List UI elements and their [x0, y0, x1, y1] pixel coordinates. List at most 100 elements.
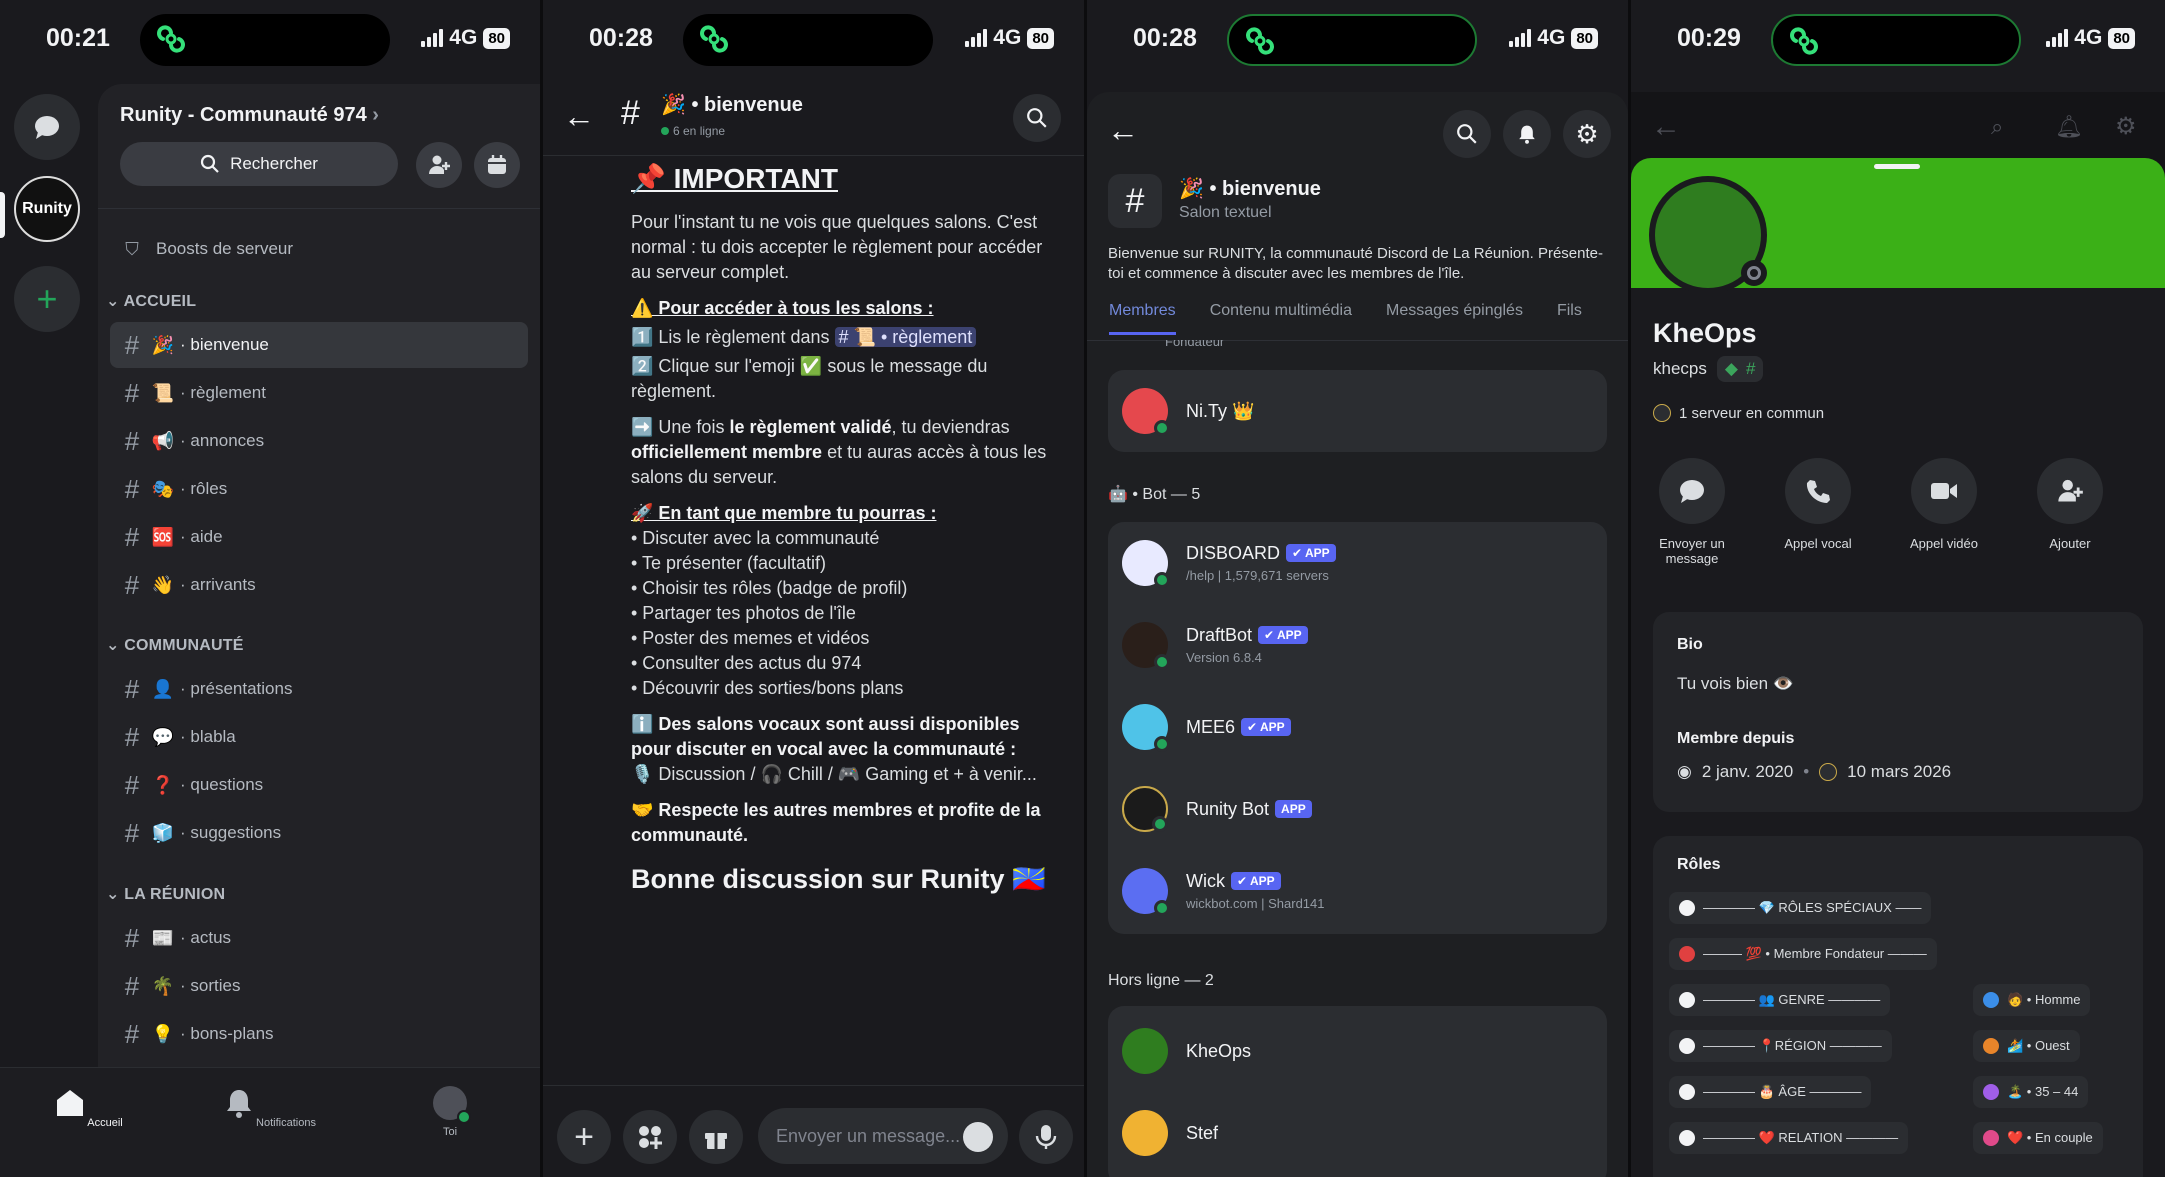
- role-name: ———— 👥 GENRE ————: [1703, 992, 1881, 1007]
- app-badge: ✔ APP: [1258, 626, 1308, 644]
- member-row[interactable]: Runity Bot APP: [1122, 768, 1593, 850]
- tab-home[interactable]: Accueil: [28, 1086, 148, 1129]
- bots-card: DISBOARD ✔ APP/help | 1,579,671 servers D…: [1108, 522, 1607, 934]
- boosts-item[interactable]: ⛉ Boosts de serveur: [110, 226, 528, 272]
- profile-username: khecps: [1653, 359, 1707, 378]
- phone-profile: 00:29 4G 80 ← ⌕ 🔔︎ ⚙ KheOps khecps ◆ # 1 se…: [1631, 0, 2165, 1177]
- member-row[interactable]: DISBOARD ✔ APP/help | 1,579,671 servers: [1122, 522, 1593, 604]
- video-call-button[interactable]: Appel vidéo: [1889, 458, 1999, 551]
- attach-button[interactable]: +: [557, 1110, 611, 1164]
- channel-questions[interactable]: # ❓ · questions: [110, 762, 528, 808]
- channel-bienvenue[interactable]: # 🎉 · bienvenue: [110, 322, 528, 368]
- apps-button[interactable]: [623, 1110, 677, 1164]
- category-communaute[interactable]: ⌄ COMMUNAUTÉ: [106, 635, 244, 655]
- dm-button[interactable]: [14, 94, 80, 160]
- tab-threads[interactable]: Fils: [1557, 302, 1582, 335]
- tab-notifications[interactable]: Notifications: [209, 1086, 329, 1129]
- member-avatar: [1122, 622, 1170, 670]
- role-pill[interactable]: ❤️ • En couple: [1973, 1122, 2103, 1154]
- search-button[interactable]: [1013, 94, 1061, 142]
- search-button[interactable]: Rechercher: [120, 142, 398, 186]
- badges[interactable]: ◆ #: [1716, 356, 1764, 382]
- role-pill[interactable]: 🏝️ • 35 – 44: [1973, 1076, 2089, 1108]
- bio-text: Tu vois bien 👁️: [1677, 674, 1794, 693]
- notifications-button[interactable]: [1503, 110, 1551, 158]
- channel-annonces[interactable]: # 📢 · annonces: [110, 418, 528, 464]
- events-button[interactable]: [474, 142, 520, 188]
- drag-handle[interactable]: [1874, 164, 1920, 169]
- role-pill[interactable]: ——— 💯 • Membre Fondateur ———: [1669, 938, 1937, 970]
- channel-bons-plans[interactable]: # 💡 · bons-plans: [110, 1011, 528, 1057]
- channel-sorties[interactable]: # 🌴 · sorties: [110, 963, 528, 1009]
- gift-button[interactable]: [689, 1110, 743, 1164]
- profile-avatar[interactable]: [1649, 176, 1767, 294]
- role-pill[interactable]: ———— 📍RÉGION ————: [1669, 1030, 1892, 1062]
- server-icon-runity[interactable]: Runity: [14, 176, 80, 242]
- role-pill[interactable]: 🧑 • Homme: [1973, 984, 2091, 1016]
- member-row[interactable]: DraftBot ✔ APP Version 6.8.4: [1122, 604, 1593, 686]
- member-row[interactable]: Stef: [1122, 1092, 1593, 1174]
- channel-title[interactable]: 🎉 • bienvenue: [661, 92, 803, 117]
- member-avatar: [1122, 868, 1170, 916]
- channel-label: blabla: [190, 727, 236, 746]
- member-since-row: ◉ 2 janv. 2020 • 10 mars 2026: [1677, 762, 1951, 782]
- server-name[interactable]: Runity - Communauté 974 ›: [120, 104, 379, 127]
- member-row[interactable]: Wick ✔ APP wickbot.com | Shard141: [1122, 850, 1593, 932]
- channel-emoji: 👤: [151, 678, 175, 699]
- channel-actus[interactable]: # 📰 · actus: [110, 915, 528, 961]
- channel-mention[interactable]: # 📜 • règlement: [834, 327, 977, 347]
- add-server-button[interactable]: +: [14, 266, 80, 332]
- channel-emoji: 👋: [151, 574, 175, 595]
- voice-button[interactable]: [1019, 1110, 1073, 1164]
- tab-pinned[interactable]: Messages épinglés: [1386, 302, 1523, 335]
- channel-blabla[interactable]: # 💬 · blabla: [110, 714, 528, 760]
- category-la-reunion[interactable]: ⌄ LA RÉUNION: [106, 884, 225, 904]
- member-row[interactable]: KheOps: [1122, 1010, 1593, 1092]
- message-placeholder: Envoyer un message...: [776, 1126, 961, 1146]
- search-button[interactable]: [1443, 110, 1491, 158]
- tab-media[interactable]: Contenu multimédia: [1210, 302, 1352, 335]
- signal-status: 4G 80: [1509, 26, 1598, 50]
- role-pill[interactable]: 🏄 • Ouest: [1973, 1030, 2080, 1062]
- channel-aide[interactable]: # 🆘 · aide: [110, 514, 528, 560]
- back-arrow-icon[interactable]: ←: [1107, 112, 1139, 149]
- add-friend-button[interactable]: Ajouter: [2015, 458, 2125, 551]
- channel-label: sorties: [190, 976, 241, 995]
- member-row[interactable]: MEE6 ✔ APP: [1122, 686, 1593, 768]
- channel-arrivants[interactable]: # 👋 · arrivants: [110, 562, 528, 608]
- role-pill[interactable]: ———— 💎 RÔLES SPÉCIAUX ——: [1669, 892, 1932, 924]
- channel-panel: Runity - Communauté 974 › Rechercher ⛉ Bo…: [98, 84, 540, 1067]
- online-text: 6 en ligne: [673, 124, 726, 138]
- role-pill[interactable]: ———— 🎂 ÂGE ————: [1669, 1076, 1872, 1108]
- channel-presentations[interactable]: # 👤 · présentations: [110, 666, 528, 712]
- emoji-icon[interactable]: [963, 1122, 993, 1152]
- channel-roles[interactable]: # 🎭 · rôles: [110, 466, 528, 512]
- message-subheading: ⚠️ Pour accéder à tous les salons :: [631, 298, 934, 318]
- boost-shield-icon: ⛉: [125, 238, 139, 259]
- mutual-servers[interactable]: 1 serveur en commun: [1653, 404, 1824, 422]
- list-item: • Choisir tes rôles (badge de profil): [631, 578, 908, 598]
- bio-card: Bio Tu vois bien 👁️ Membre depuis ◉ 2 jan…: [1653, 612, 2143, 812]
- channel-reglement[interactable]: # 📜 · règlement: [110, 370, 528, 416]
- message-button[interactable]: Envoyer un message: [1637, 458, 1747, 566]
- member-avatar: [1122, 388, 1170, 436]
- member-row[interactable]: Ni.Ty 👑: [1122, 370, 1593, 452]
- role-pill[interactable]: ———— 👥 GENRE ————: [1669, 984, 1891, 1016]
- voice-call-button[interactable]: Appel vocal: [1763, 458, 1873, 551]
- channel-suggestions[interactable]: # 🧊 · suggestions: [110, 810, 528, 856]
- dynamic-island: [1771, 14, 2021, 66]
- benefits-list: • Discuter avec la communauté • Te prése…: [631, 526, 1060, 701]
- role-name: 🧑 • Homme: [2007, 992, 2081, 1007]
- channel-emoji: ❓: [151, 774, 175, 795]
- member-name: KheOps: [1186, 1040, 1252, 1061]
- phone-channel-info: 00:28 4G 80 ← ⚙ # 🎉 • bienvenue Salon tex…: [1087, 0, 1628, 1177]
- tab-members[interactable]: Membres: [1109, 302, 1176, 335]
- category-accueil[interactable]: ⌄ ACCUEIL: [106, 291, 196, 311]
- tab-you[interactable]: Toi: [390, 1086, 510, 1138]
- settings-button[interactable]: ⚙: [1563, 110, 1611, 158]
- invite-button[interactable]: [416, 142, 462, 188]
- role-pill[interactable]: ———— ❤️ RELATION ————: [1669, 1122, 1909, 1154]
- back-arrow-icon[interactable]: ←: [563, 98, 595, 135]
- avatar-image: [1655, 182, 1767, 288]
- message-line: 2️⃣ Clique sur l'emoji ✅ sous le message…: [631, 356, 988, 401]
